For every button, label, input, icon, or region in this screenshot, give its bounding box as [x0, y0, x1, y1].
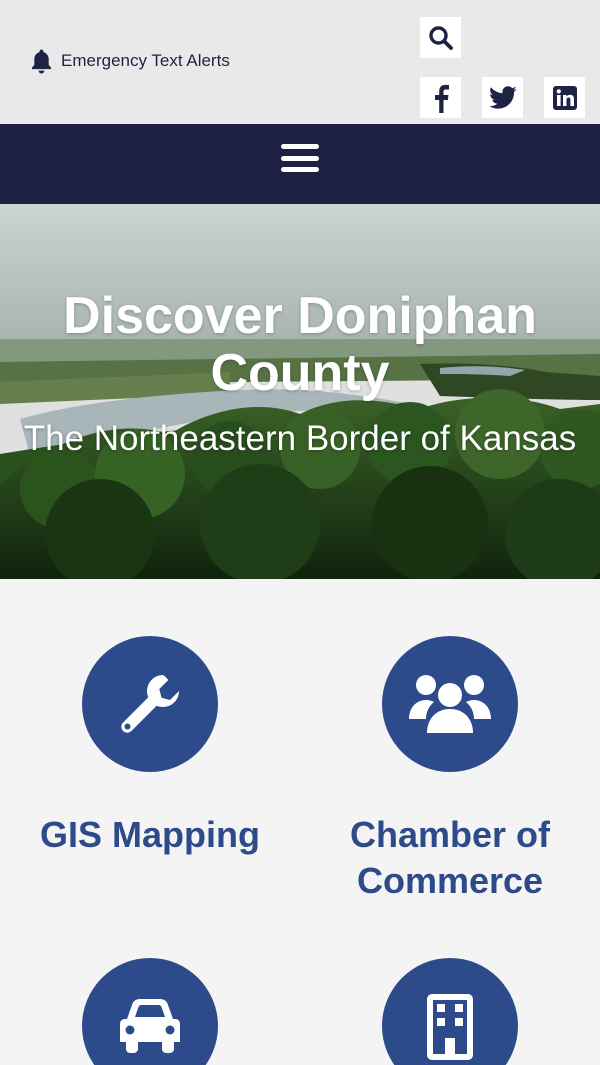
gis-mapping-icon-circle	[82, 636, 218, 772]
vehicle-icon-circle	[82, 958, 218, 1065]
quick-link-chamber-of-commerce[interactable]: Chamber of Commerce	[300, 636, 600, 916]
linkedin-icon	[552, 85, 577, 110]
hero-subtitle: The Northeastern Border of Kansas	[23, 419, 577, 458]
quick-link-vehicle[interactable]	[0, 958, 300, 1065]
hero-title: Discover Doniphan County	[63, 287, 537, 402]
car-icon	[120, 999, 180, 1053]
chamber-of-commerce-label: Chamber of Commerce	[349, 814, 551, 901]
bell-icon	[31, 49, 52, 74]
hamburger-menu-icon[interactable]	[281, 144, 319, 172]
search-button[interactable]	[420, 17, 461, 58]
twitter-icon	[489, 85, 516, 109]
linkedin-link[interactable]	[544, 77, 585, 118]
building-icon-circle	[382, 958, 518, 1065]
facebook-icon	[434, 84, 449, 113]
menu-bar-line	[281, 167, 319, 172]
chamber-icon-circle	[382, 636, 518, 772]
quick-link-gis-mapping[interactable]: GIS Mapping	[0, 636, 300, 876]
wrench-icon	[121, 675, 179, 733]
facebook-link[interactable]	[420, 77, 461, 118]
twitter-link[interactable]	[482, 77, 523, 118]
search-icon	[428, 25, 453, 50]
quick-link-building[interactable]	[300, 958, 600, 1065]
gis-mapping-label: GIS Mapping	[40, 814, 260, 855]
menu-bar-line	[281, 144, 319, 149]
menu-bar-line	[281, 155, 319, 161]
users-icon	[409, 675, 491, 733]
emergency-text-alerts-label: Emergency Text Alerts	[61, 51, 230, 70]
emergency-text-alerts-link[interactable]: Emergency Text Alerts	[30, 48, 230, 74]
building-icon	[427, 994, 473, 1060]
